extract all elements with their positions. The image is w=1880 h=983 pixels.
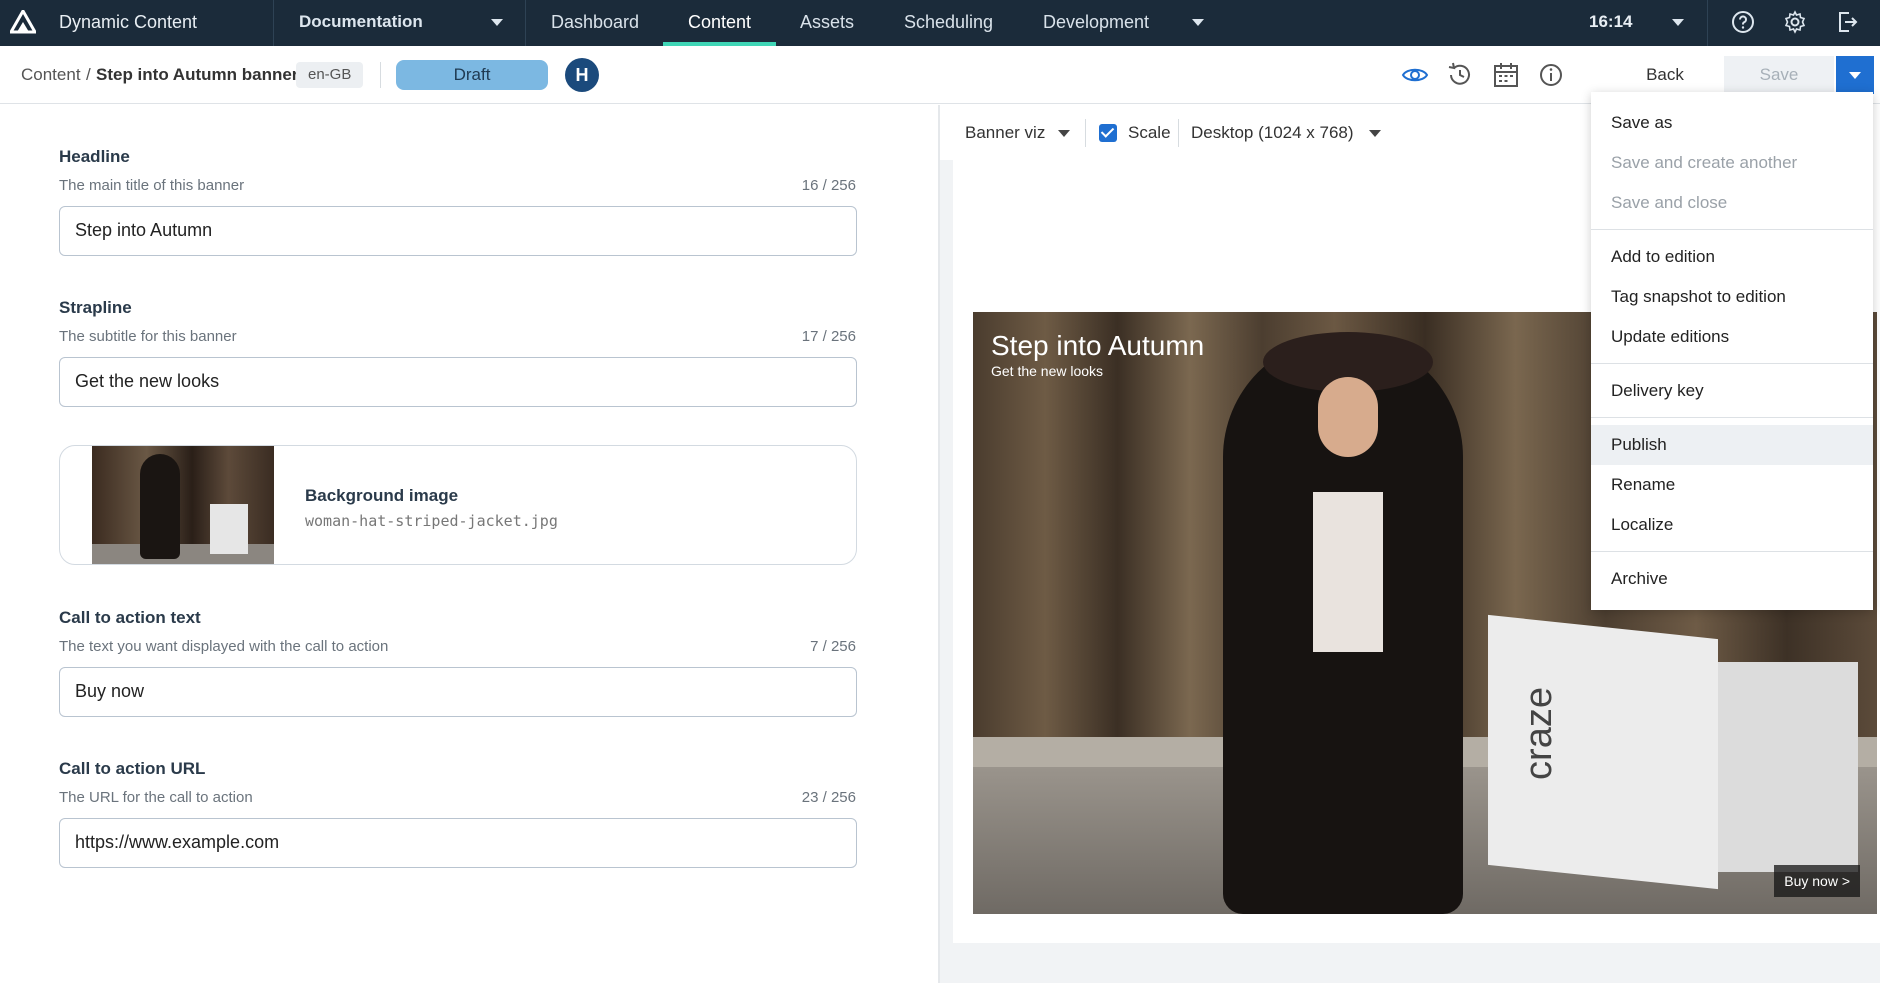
status-badge[interactable]: Draft [396,60,548,90]
hub-chevron-down-icon[interactable] [491,19,503,26]
headline-char-count: 16 / 256 [801,177,856,194]
toolbar-divider [1178,119,1179,147]
nav-divider [1707,0,1708,46]
device-chevron-down-icon[interactable] [1369,130,1381,137]
menu-divider [1591,417,1873,418]
cta-url-input[interactable]: https://www.example.com [59,818,857,868]
viz-chevron-down-icon[interactable] [1058,130,1070,137]
headline-description: The main title of this banner [59,177,245,194]
more-chevron-down-icon[interactable] [1192,19,1204,26]
save-button[interactable]: Save [1724,56,1834,94]
clock[interactable]: 16:14 [1589,0,1632,44]
app-logo-icon[interactable] [10,10,36,34]
info-icon[interactable] [1537,61,1565,89]
banner-cta-button[interactable]: Buy now > [1774,865,1860,897]
menu-item-rename[interactable]: Rename [1591,465,1873,505]
menu-item-update-editions[interactable]: Update editions [1591,317,1873,357]
menu-divider [1591,363,1873,364]
tab-assets[interactable]: Assets [800,0,854,46]
cta-text-input[interactable]: Buy now [59,667,857,717]
cta-url-description: The URL for the call to action [59,789,253,806]
device-selector[interactable]: Desktop (1024 x 768) [1191,105,1354,160]
strapline-description: The subtitle for this banner [59,328,237,345]
logout-icon[interactable] [1835,10,1859,34]
menu-item-save-and-close[interactable]: Save and close [1591,183,1873,223]
menu-item-add-to-edition[interactable]: Add to edition [1591,237,1873,277]
chevron-down-icon [1849,72,1861,79]
tab-scheduling[interactable]: Scheduling [904,0,993,46]
strapline-label: Strapline [59,298,132,317]
tab-dashboard[interactable]: Dashboard [551,0,639,46]
strapline-input[interactable]: Get the new looks [59,357,857,407]
locale-badge[interactable]: en-GB [296,62,364,88]
banner-title: Step into Autumn [991,330,1205,361]
cta-text-char-count: 7 / 256 [810,638,856,655]
cta-text-label: Call to action text [59,608,201,627]
top-navigation: Dynamic Content Documentation Dashboard … [0,0,1880,46]
background-image-filename: woman-hat-striped-jacket.jpg [305,512,558,530]
menu-divider [1591,551,1873,552]
breadcrumb-separator: / [86,65,91,84]
history-icon[interactable] [1446,61,1474,89]
visualization-selector[interactable]: Banner viz [965,105,1045,160]
headline-label: Headline [59,147,130,166]
cta-url-char-count: 23 / 256 [801,789,856,806]
cta-text-description: The text you want displayed with the cal… [59,638,389,655]
menu-item-delivery-key[interactable]: Delivery key [1591,371,1873,411]
calendar-icon[interactable] [1492,61,1520,89]
app-name: Dynamic Content [59,12,198,32]
nav-divider [273,0,274,46]
save-options-button[interactable] [1836,56,1874,94]
avatar[interactable]: H [565,58,599,92]
headline-input[interactable]: Step into Autumn [59,206,857,256]
background-image-label: Background image [305,486,459,505]
background-image-thumbnail[interactable] [92,446,274,564]
background-image-field[interactable]: Background image woman-hat-striped-jacke… [59,445,857,565]
preview-eye-icon[interactable] [1401,61,1429,89]
menu-item-save-and-create-another[interactable]: Save and create another [1591,143,1873,183]
content-form: Headline The main title of this banner 1… [0,105,938,983]
hub-selector[interactable]: Documentation [299,0,423,44]
gear-icon[interactable] [1783,10,1807,34]
toolbar-divider [1085,119,1086,147]
breadcrumb-current: Step into Autumn banner [96,65,299,84]
strapline-char-count: 17 / 256 [801,328,856,345]
clock-chevron-down-icon[interactable] [1672,19,1684,26]
tab-content[interactable]: Content [663,0,776,46]
bag-brand-text: craze [1517,687,1560,780]
breadcrumb-root[interactable]: Content [21,46,81,104]
menu-divider [1591,229,1873,230]
menu-item-save-as[interactable]: Save as [1591,103,1873,143]
save-options-menu: Save as Save and create another Save and… [1591,92,1873,610]
banner-subtitle: Get the new looks [991,363,1104,379]
cta-url-label: Call to action URL [59,759,206,778]
nav-divider [525,0,526,46]
back-button[interactable]: Back [1622,58,1708,92]
help-icon[interactable] [1731,10,1755,34]
toolbar-divider [380,62,381,88]
tab-development[interactable]: Development [1043,0,1149,46]
menu-item-archive[interactable]: Archive [1591,559,1873,599]
menu-item-publish[interactable]: Publish [1591,425,1873,465]
scale-label: Scale [1128,123,1171,142]
menu-item-tag-snapshot-to-edition[interactable]: Tag snapshot to edition [1591,277,1873,317]
scale-checkbox[interactable] [1099,124,1117,142]
menu-item-localize[interactable]: Localize [1591,505,1873,545]
